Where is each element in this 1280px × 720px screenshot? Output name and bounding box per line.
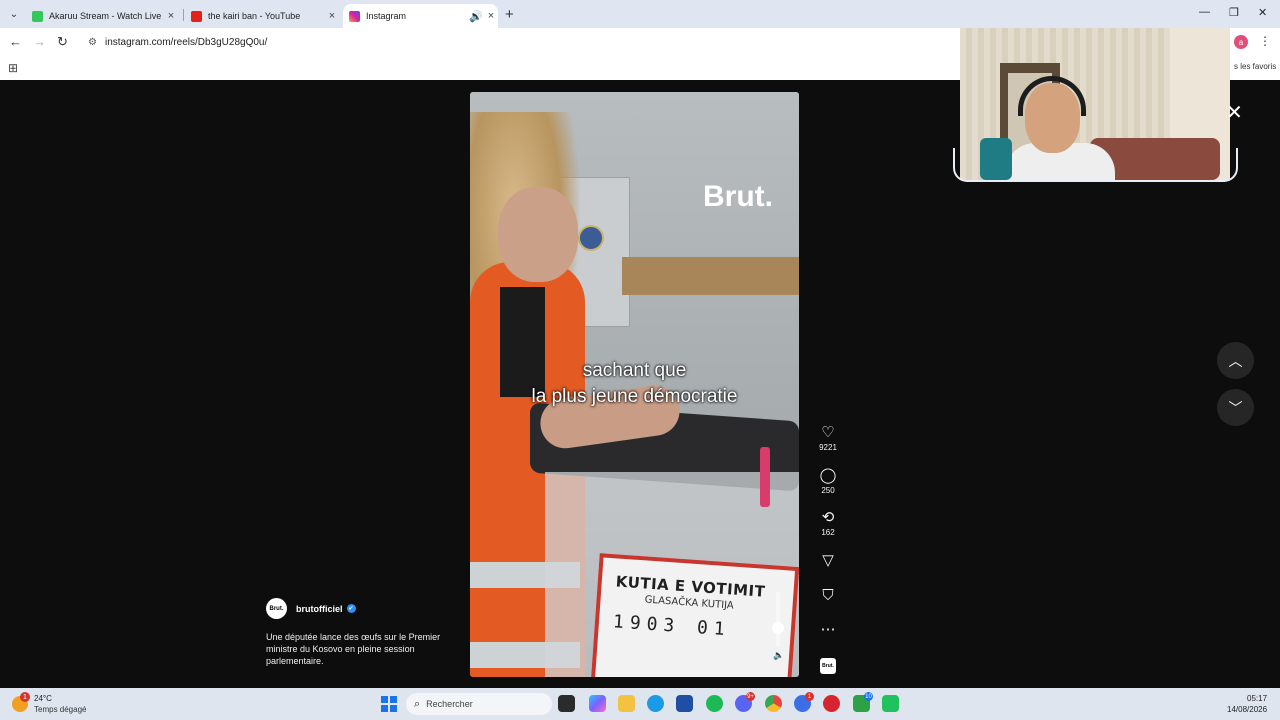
- search-icon: ⌕: [414, 697, 421, 710]
- video-scene-board: [622, 257, 799, 295]
- clock-time[interactable]: 05:17: [1247, 694, 1267, 703]
- spotify-icon[interactable]: [706, 695, 723, 712]
- send-icon: ▽: [822, 552, 834, 569]
- ballot-seal: [760, 447, 770, 507]
- weather-description[interactable]: Temps dégagé: [34, 705, 86, 714]
- reel-author: Brut. brutofficiel ✔: [266, 598, 356, 619]
- reload-icon[interactable]: ↻: [57, 34, 68, 50]
- browser-menu-icon[interactable]: ⋮: [1259, 34, 1271, 48]
- chevron-down-icon: ﹀: [1228, 399, 1243, 416]
- new-tab-button[interactable]: +: [505, 6, 514, 23]
- bookmark-icon: ⛉: [822, 587, 834, 604]
- speaker-icon[interactable]: 🔈: [773, 650, 784, 661]
- tab-close-icon[interactable]: ×: [325, 10, 339, 22]
- file-explorer-icon[interactable]: [618, 695, 635, 712]
- tab-close-icon[interactable]: ×: [164, 10, 178, 22]
- next-reel-button[interactable]: ﹀: [1217, 389, 1254, 426]
- red-app-icon[interactable]: [823, 695, 840, 712]
- author-avatar[interactable]: Brut.: [266, 598, 287, 619]
- tab-akaruu-stream[interactable]: Akaruu Stream - Watch Live on ×: [26, 4, 178, 28]
- comment-button[interactable]: ◯ 250: [812, 467, 844, 496]
- like-count: 9221: [819, 443, 837, 452]
- save-button[interactable]: ⛉: [812, 588, 844, 604]
- address-bar[interactable]: ⚙ instagram.com/reels/Db3gU28gQ0u/: [80, 31, 960, 53]
- chrome-icon[interactable]: [765, 695, 782, 712]
- url-text[interactable]: instagram.com/reels/Db3gU28gQ0u/: [105, 37, 267, 48]
- tab-divider: [183, 9, 184, 21]
- video-scene-emblem: [578, 225, 604, 251]
- ballot-label-number: 1903 01: [612, 611, 732, 641]
- tab-search-icon[interactable]: ⌄: [5, 5, 23, 23]
- repost-count: 162: [821, 528, 835, 537]
- green-app-icon[interactable]: [882, 695, 899, 712]
- task-view-icon[interactable]: [558, 695, 575, 712]
- heart-icon: ♡: [821, 424, 835, 441]
- audio-thumbnail[interactable]: Brut.: [820, 658, 836, 674]
- webcam-frame-border: [953, 148, 1238, 182]
- weather-badge: 1: [20, 692, 30, 702]
- minimize-button[interactable]: —: [1199, 6, 1210, 18]
- windows-start-icon[interactable]: [381, 696, 397, 712]
- comment-count: 250: [821, 486, 835, 495]
- volume-slider[interactable]: [776, 592, 780, 647]
- brut-watermark: Brut.: [703, 180, 773, 213]
- verified-badge-icon: ✔: [346, 604, 356, 613]
- taskbar-search[interactable]: ⌕ Rechercher: [406, 693, 552, 715]
- weather-temperature[interactable]: 24°C: [34, 694, 52, 703]
- video-person-face: [498, 187, 578, 282]
- reel-video[interactable]: KUTIA E VOTIMIT GLASAČKA KUTIJA 1903 01 …: [470, 92, 799, 677]
- tab-title: Akaruu Stream - Watch Live on: [49, 11, 164, 21]
- video-subtitle-line2: la plus jeune démocratie: [531, 386, 738, 407]
- tab-instagram[interactable]: Instagram 🔊 ×: [343, 4, 498, 28]
- more-dots-icon: ⋯: [820, 621, 836, 638]
- copilot-icon[interactable]: [589, 695, 606, 712]
- repost-icon: ⟲: [821, 509, 835, 526]
- clock-date[interactable]: 14/08/2026: [1227, 705, 1267, 714]
- video-subtitle-line1: sachant que: [582, 360, 687, 381]
- tab-strip: ⌄ Akaruu Stream - Watch Live on × the ka…: [0, 0, 1280, 28]
- all-bookmarks-link[interactable]: s les favoris: [1234, 62, 1276, 71]
- tab-youtube[interactable]: the kairi ban - YouTube ×: [185, 4, 339, 28]
- search-placeholder: Rechercher: [426, 699, 473, 709]
- store-icon[interactable]: [676, 695, 693, 712]
- share-button[interactable]: ▽: [812, 553, 844, 569]
- windows-taskbar: 1 24°C Temps dégagé ⌕ Rechercher 9+ 1 10…: [0, 688, 1280, 720]
- instagram-favicon-icon: [349, 10, 360, 22]
- comment-icon: ◯: [819, 467, 837, 484]
- chevron-up-icon: ︿: [1228, 352, 1243, 369]
- tab-close-icon[interactable]: ×: [484, 10, 498, 22]
- discord-badge: 9+: [746, 692, 755, 701]
- xbox-badge: 10: [864, 692, 873, 701]
- author-handle[interactable]: brutofficiel: [296, 604, 343, 614]
- tab-title: the kairi ban - YouTube: [208, 11, 301, 21]
- previous-reel-button[interactable]: ︿: [1217, 342, 1254, 379]
- close-overlay-icon[interactable]: ✕: [1226, 100, 1243, 125]
- tab-title: Instagram: [366, 11, 407, 21]
- site-info-icon[interactable]: ⚙: [88, 37, 97, 48]
- messenger-badge: 1: [805, 692, 814, 701]
- volume-slider-handle[interactable]: [772, 622, 784, 634]
- apps-grid-icon[interactable]: ⊞: [8, 61, 18, 75]
- ballot-box-label: KUTIA E VOTIMIT GLASAČKA KUTIJA 1903 01: [590, 553, 799, 677]
- kick-favicon-icon: [32, 10, 43, 22]
- edge-icon[interactable]: [647, 695, 664, 712]
- youtube-favicon-icon: [191, 10, 202, 22]
- restore-button[interactable]: ❐: [1229, 6, 1239, 19]
- back-arrow-icon[interactable]: ←: [9, 34, 22, 49]
- more-options-button[interactable]: ⋯: [812, 622, 844, 638]
- like-button[interactable]: ♡ 9221: [812, 424, 844, 453]
- forward-arrow-icon[interactable]: →: [33, 34, 46, 49]
- audio-playing-icon[interactable]: 🔊: [468, 10, 484, 23]
- reel-caption: Une députée lance des œufs sur le Premie…: [266, 632, 441, 666]
- profile-avatar[interactable]: a: [1234, 35, 1248, 49]
- close-window-button[interactable]: ✕: [1258, 6, 1267, 19]
- repost-button[interactable]: ⟲ 162: [812, 509, 844, 538]
